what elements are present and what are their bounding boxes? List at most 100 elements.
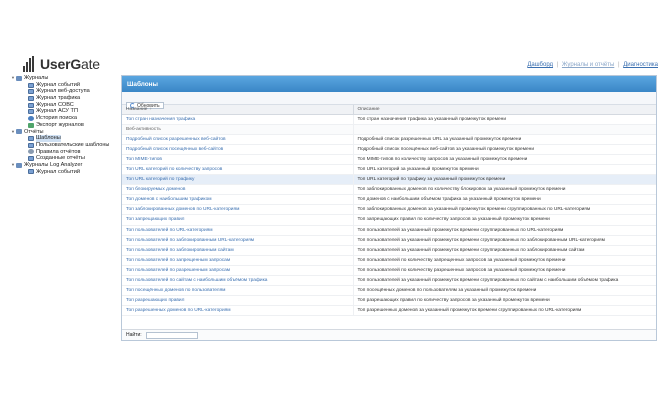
template-description: Топ стран назначения трафика за указанны…	[353, 114, 656, 125]
usergate-logo: UserGate	[23, 55, 100, 73]
tree-item[interactable]: Журнал АСУ ТП	[10, 108, 120, 115]
template-name[interactable]: Подробный список разрешенных веб-сайтов	[122, 134, 354, 145]
table-row[interactable]: Топ URL категорий по трафику Топ URL кате…	[122, 174, 656, 186]
template-name[interactable]: Топ пользователей по сайтам с наибольшим…	[122, 275, 354, 287]
tree-item-label: Отчёты	[24, 128, 44, 135]
document-icon	[28, 136, 34, 142]
table-row[interactable]: Топ пользователей по запрещенным запроса…	[122, 255, 656, 266]
tree-item[interactable]: Шаблоны	[10, 135, 120, 142]
table-row[interactable]: Топ разрешенных доменов по URL-категория…	[122, 305, 656, 317]
document-icon	[28, 89, 34, 95]
table-row[interactable]: Топ разрешающих правил Топ разрешающих пр…	[122, 295, 656, 307]
tree-item-label: Шаблоны	[36, 135, 61, 142]
sort-ascending-icon[interactable]: ↑	[150, 106, 152, 111]
template-description: Топ заблокированных доменов за указанный…	[353, 204, 656, 216]
document-icon	[28, 109, 34, 115]
template-description: Подробный список посещённых веб-сайтов з…	[353, 144, 656, 155]
template-name[interactable]: Топ доменов с наибольшим трафиком	[122, 194, 354, 206]
template-name[interactable]: Топ запрещающих правил	[122, 214, 354, 226]
template-description: Топ доменов с наибольшим объёмом трафика…	[353, 194, 656, 206]
template-description: Топ разрешающих правил по количеству зап…	[353, 295, 656, 307]
template-name[interactable]: Топ разрешающих правил	[122, 295, 354, 307]
tree-item[interactable]: Журнал трафика	[10, 95, 120, 102]
template-description: Топ пользователей за указанный промежуто…	[353, 235, 656, 246]
template-name[interactable]: Топ MIME-типов	[122, 154, 354, 165]
tree-group[interactable]: ▼ Журналы Log Analyzer	[10, 162, 120, 169]
tree-group[interactable]: ▼ Отчёты	[10, 129, 120, 136]
top-nav: Дашборд | Журналы и отчёты | Диагностика	[527, 62, 658, 68]
template-name[interactable]: Топ пользователей по заблокированным URL…	[122, 235, 354, 246]
template-description: Топ URL категорий по трафику за указанны…	[353, 174, 656, 186]
tree-item[interactable]: Созданные отчёты	[10, 155, 120, 162]
template-description: Топ запрещающих правил по количеству зап…	[353, 214, 656, 226]
table-row[interactable]: Топ пользователей по заблокированным сай…	[122, 245, 656, 256]
templates-panel: Шаблоны Обновить Название ↑ Описание Топ…	[121, 75, 657, 341]
table-header-row: Название ↑ Описание	[122, 105, 656, 115]
table-row[interactable]: Топ заблокированных доменов по URL-катег…	[122, 204, 656, 216]
table-row[interactable]: Топ URL категорий по количеству запросов…	[122, 164, 656, 176]
template-description: Топ MIME-типов по количеству запросов за…	[353, 154, 656, 165]
tree-item-label: Созданные отчёты	[36, 155, 85, 162]
template-name[interactable]: Топ блокируемых доменов	[122, 184, 354, 196]
table-row[interactable]: Топ блокируемых доменов Топ заблокированн…	[122, 184, 656, 196]
table-row[interactable]: Топ стран назначения трафика Топ стран на…	[122, 114, 656, 125]
template-name[interactable]: Топ пользователей по запрещенным запроса…	[122, 255, 354, 266]
table-row[interactable]: Топ запрещающих правил Топ запрещающих пр…	[122, 214, 656, 226]
template-name[interactable]: Топ пользователей по URL-категориям	[122, 225, 354, 236]
document-icon	[28, 156, 34, 162]
tree-item-label: Журнал АСУ ТП	[36, 108, 78, 115]
template-description	[353, 124, 656, 135]
find-label: Найти:	[126, 332, 142, 338]
template-description: Топ разрешенных доменов за указанный про…	[353, 305, 656, 317]
find-input[interactable]	[145, 331, 198, 339]
template-name[interactable]: Подробный список посещённых веб-сайтов	[122, 144, 354, 155]
export-icon	[28, 122, 34, 128]
document-icon	[28, 95, 34, 101]
dashboard-link[interactable]: Дашборд	[527, 62, 553, 68]
tree-item[interactable]: История поиска	[10, 115, 120, 122]
table-row[interactable]: Топ пользователей по заблокированным URL…	[122, 235, 656, 246]
tree-item-label: Экспорт журналов	[36, 121, 84, 128]
group-label: Веб-активность	[122, 124, 354, 135]
panel-title: Шаблоны	[122, 76, 656, 92]
tree-item-label: История поиска	[36, 115, 77, 122]
template-name[interactable]: Топ разрешенных доменов по URL-категория…	[122, 305, 354, 317]
table-row[interactable]: Топ доменов с наибольшим трафиком Топ дом…	[122, 194, 656, 206]
template-name[interactable]: Топ пользователей по заблокированным сай…	[122, 245, 354, 256]
template-name[interactable]: Топ URL категорий по трафику	[122, 174, 354, 186]
tree-item-label: Правила отчётов	[36, 148, 81, 155]
logs-reports-link[interactable]: Журналы и отчёты	[562, 62, 614, 68]
template-name[interactable]: Топ стран назначения трафика	[122, 114, 354, 125]
folder-icon	[16, 129, 22, 135]
column-header-description[interactable]: Описание	[353, 105, 656, 115]
tree-item[interactable]: Журнал веб-доступа	[10, 88, 120, 95]
template-name[interactable]: Топ пользователей по разрешенным запроса…	[122, 265, 354, 277]
tree-group[interactable]: ▼ Журналы	[10, 75, 120, 82]
logo-mark-icon	[23, 56, 37, 72]
table-row[interactable]: Топ посещённых доменов по пользователям Т…	[122, 285, 656, 297]
tree-item-label: Журнал СОВС	[36, 101, 74, 108]
document-icon	[28, 142, 34, 148]
table-row[interactable]: Топ пользователей по сайтам с наибольшим…	[122, 275, 656, 287]
diagnostics-link[interactable]: Диагностика	[623, 62, 658, 68]
template-name[interactable]: Топ посещённых доменов по пользователям	[122, 285, 354, 297]
table-row[interactable]: Топ пользователей по разрешенным запроса…	[122, 265, 656, 277]
table-row[interactable]: Подробный список разрешенных веб-сайтов П…	[122, 134, 656, 145]
tree-item[interactable]: Журнал событий	[10, 82, 120, 89]
tree-item[interactable]: Пользовательские шаблоны	[10, 142, 120, 149]
template-name[interactable]: Топ заблокированных доменов по URL-катег…	[122, 204, 354, 216]
toolbar: Обновить	[122, 92, 656, 109]
table-row[interactable]: Подробный список посещённых веб-сайтов По…	[122, 144, 656, 155]
logo-text: UserGate	[40, 56, 100, 72]
table-row[interactable]: Топ пользователей по URL-категориям Топ п…	[122, 225, 656, 236]
tree-item[interactable]: Правила отчётов	[10, 149, 120, 156]
template-name[interactable]: Топ URL категорий по количеству запросов	[122, 164, 354, 176]
tree-item[interactable]: Экспорт журналов	[10, 122, 120, 129]
template-description: Подробный список разрешенных URL за указ…	[353, 134, 656, 145]
tree-item[interactable]: Журнал событий	[10, 169, 120, 176]
tree-item-label: Пользовательские шаблоны	[36, 141, 110, 148]
tree-item[interactable]: Журнал СОВС	[10, 102, 120, 109]
table-row[interactable]: Топ MIME-типов Топ MIME-типов по количест…	[122, 154, 656, 165]
table-group-row[interactable]: Веб-активность	[122, 124, 656, 135]
template-description: Топ пользователей за указанный промежуто…	[353, 275, 656, 287]
